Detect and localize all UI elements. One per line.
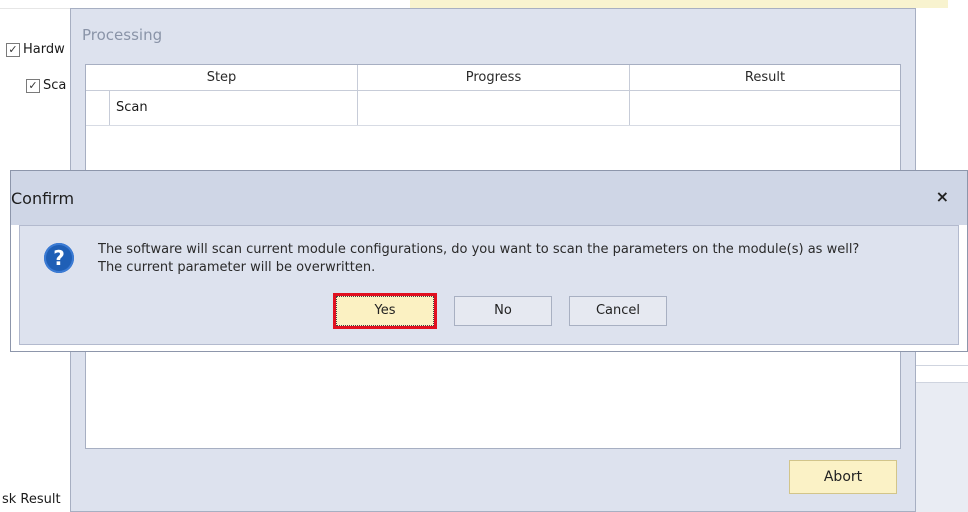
yes-button[interactable]: Yes	[336, 296, 434, 326]
cell-progress	[358, 91, 630, 125]
column-header-progress[interactable]: Progress	[358, 65, 630, 90]
tree-item-scan-checkbox[interactable]: ✓	[26, 78, 40, 93]
abort-button[interactable]: Abort	[789, 460, 897, 494]
background-right-shade	[916, 383, 968, 512]
tree-item-hardware-checkbox[interactable]: ✓	[6, 42, 20, 57]
grid-header: Step Progress Result	[86, 65, 900, 91]
cancel-button[interactable]: Cancel	[569, 296, 667, 326]
table-row[interactable]: Scan	[86, 91, 900, 126]
column-header-step[interactable]: Step	[86, 65, 358, 90]
tree-item-hardware-label: Hardw	[23, 42, 65, 57]
confirm-message-line2: The current parameter will be overwritte…	[98, 260, 376, 275]
row-indicator	[86, 91, 110, 125]
close-icon[interactable]: ×	[936, 187, 949, 206]
confirm-dialog-title: Confirm	[11, 189, 75, 208]
confirm-dialog: Confirm × ? The software will scan curre…	[10, 170, 968, 352]
tab-task-result-label: sk Result	[2, 491, 61, 507]
question-icon: ?	[44, 243, 74, 273]
confirm-titlebar: Confirm ×	[11, 171, 967, 225]
background-right-divider-1	[916, 365, 968, 366]
tab-task-result[interactable]: sk Result	[0, 486, 72, 512]
cell-step: Scan	[110, 91, 358, 125]
tree-item-hardware[interactable]: ✓ Hardw	[6, 42, 65, 57]
tree-item-scan-label: Sca	[43, 78, 67, 93]
processing-dialog-title: Processing	[82, 26, 163, 44]
confirm-message-line1: The software will scan current module co…	[98, 242, 860, 257]
tree-item-scan[interactable]: ✓ Sca	[26, 78, 66, 93]
column-header-result[interactable]: Result	[630, 65, 900, 90]
cell-result	[630, 91, 900, 125]
no-button[interactable]: No	[454, 296, 552, 326]
confirm-body: ? The software will scan current module …	[19, 225, 959, 345]
